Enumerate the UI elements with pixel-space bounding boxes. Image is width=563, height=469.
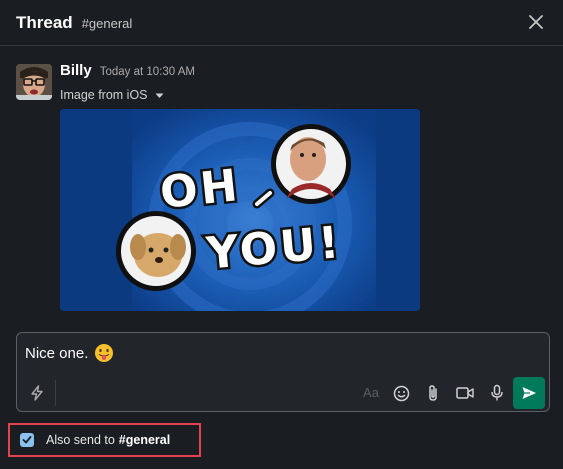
thread-header: Thread #general (0, 0, 563, 46)
attachment-label: Image from iOS (60, 88, 148, 102)
video-button[interactable] (455, 383, 475, 403)
close-icon (529, 15, 543, 29)
also-send-channel: #general (118, 433, 171, 447)
format-button[interactable]: Aa (361, 382, 381, 402)
also-send-label: Also send to #general (46, 433, 170, 447)
audio-button[interactable] (487, 383, 507, 403)
author-name[interactable]: Billy (60, 62, 92, 79)
toolbar-divider (55, 380, 56, 406)
message-meta: Billy Today at 10:30 AM (60, 62, 546, 82)
paperclip-icon (429, 385, 437, 401)
message-body: Billy Today at 10:30 AM Image from iOS O… (60, 62, 546, 311)
message-timestamp[interactable]: Today at 10:30 AM (100, 66, 195, 78)
thread-message: Billy Today at 10:30 AM Image from iOS O… (16, 62, 546, 322)
image-caption-oh: OH (158, 160, 243, 219)
thread-title: Thread (16, 12, 73, 32)
also-send-label-text: Also send to (46, 433, 115, 447)
emoji-icon (393, 385, 409, 401)
reply-text: Nice one. (25, 344, 89, 362)
attachment-toggle[interactable]: Image from iOS (60, 87, 546, 103)
send-button[interactable] (513, 377, 545, 409)
caret-down-icon (155, 93, 164, 98)
also-send-option[interactable]: Also send to #general (8, 423, 201, 457)
attached-image[interactable]: OH YOU! (60, 109, 420, 311)
microphone-icon (491, 384, 503, 401)
reply-input[interactable]: Nice one. (25, 342, 525, 364)
avatar[interactable] (16, 64, 52, 100)
reply-composer[interactable]: Nice one. Aa (16, 332, 550, 412)
emoji-button[interactable] (391, 383, 411, 403)
attach-button[interactable] (423, 383, 443, 403)
video-icon (456, 387, 474, 399)
send-icon (522, 387, 536, 399)
close-button[interactable] (525, 11, 547, 33)
thread-channel[interactable]: #general (82, 16, 133, 31)
tongue-emoji-icon (94, 343, 114, 363)
shortcuts-button[interactable] (27, 383, 47, 403)
also-send-checkbox[interactable] (20, 433, 34, 447)
lightning-icon (31, 385, 43, 401)
checkmark-icon (22, 436, 32, 444)
